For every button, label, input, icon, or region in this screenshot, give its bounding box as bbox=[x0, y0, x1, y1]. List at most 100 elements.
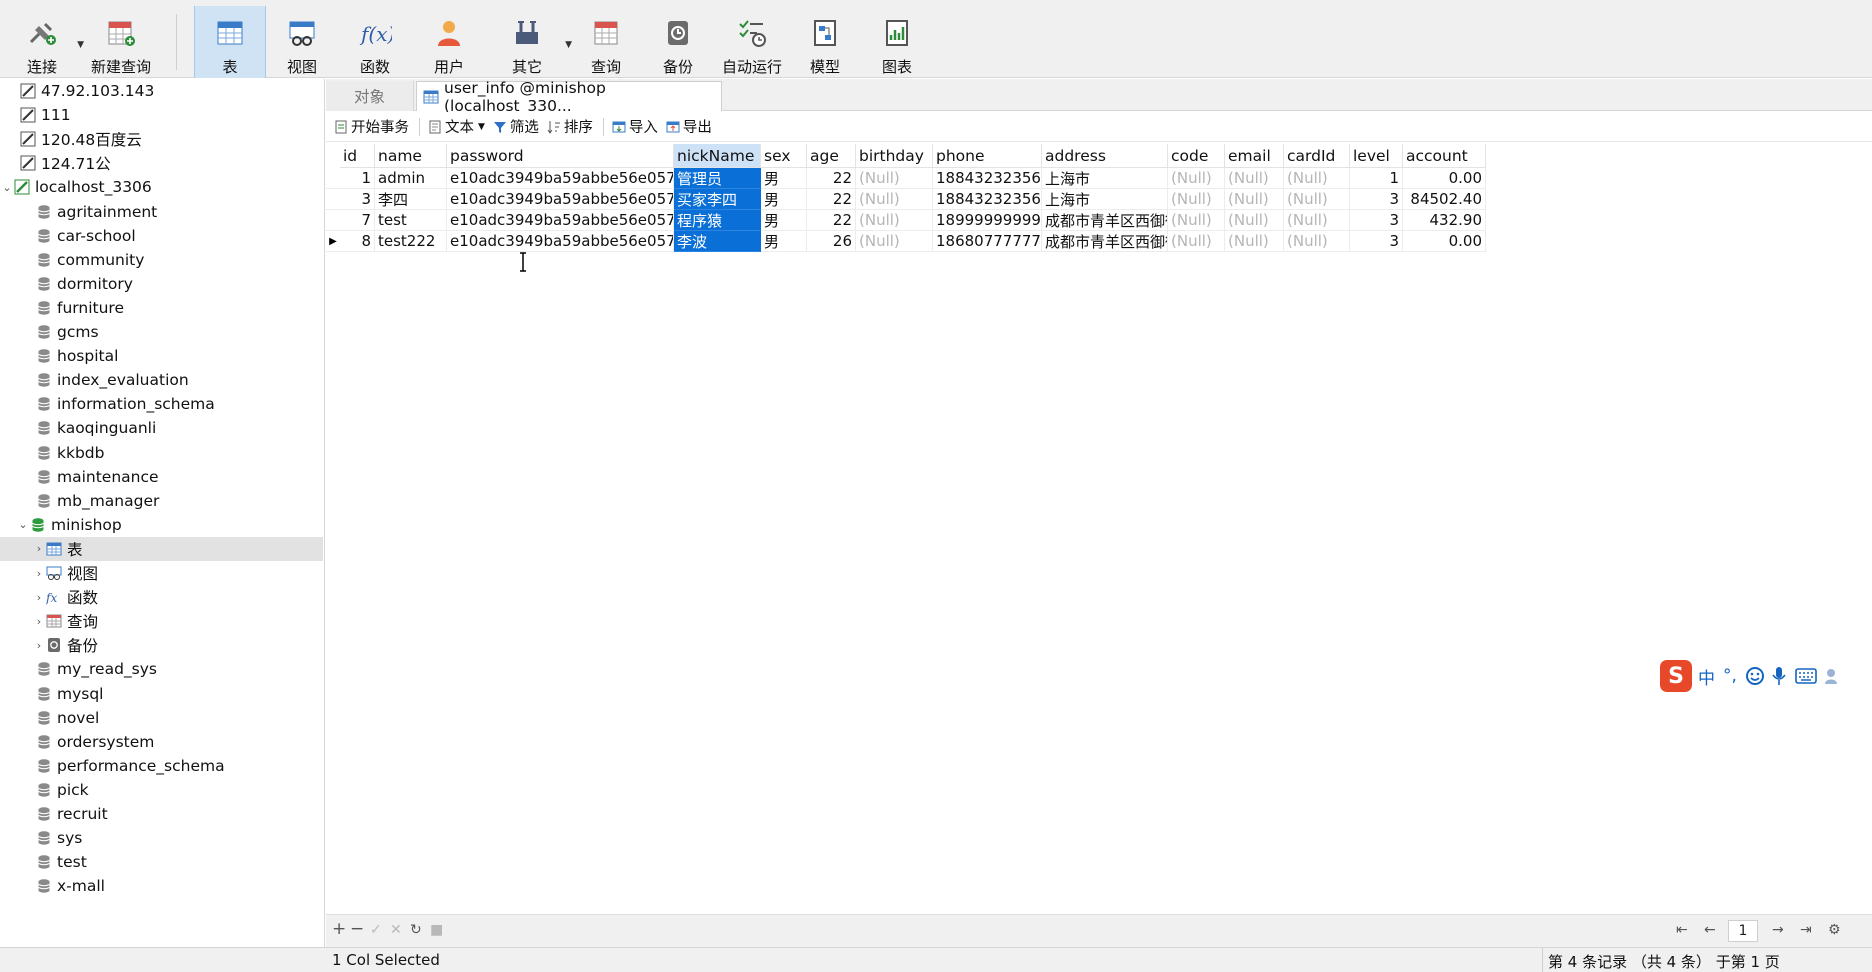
data-grid[interactable]: id name password nickName sex age birthday phon… bbox=[326, 144, 1872, 914]
previous-page-icon[interactable]: ← bbox=[1704, 922, 1716, 938]
tree-database[interactable]: index_evaluation bbox=[0, 368, 323, 392]
tree-database[interactable]: performance_schema bbox=[0, 754, 323, 778]
expand-chevron-icon[interactable]: › bbox=[32, 542, 46, 555]
tree-database[interactable]: information_schema bbox=[0, 392, 323, 416]
delete-record-icon[interactable]: − bbox=[350, 919, 364, 939]
tree-database[interactable]: furniture bbox=[0, 296, 323, 320]
cell-cardid[interactable]: (Null) bbox=[1284, 210, 1350, 231]
tab-user-info[interactable]: user_info @minishop (localhost_330... bbox=[416, 79, 722, 115]
cell-cardid[interactable]: (Null) bbox=[1284, 189, 1350, 210]
column-header-password[interactable]: password bbox=[447, 144, 674, 168]
tree-node-tables[interactable]: › 表 bbox=[0, 536, 323, 561]
tree-database[interactable]: agritainment bbox=[0, 200, 323, 224]
column-header-level[interactable]: level bbox=[1350, 144, 1403, 168]
cell-birthday[interactable]: (Null) bbox=[856, 231, 933, 252]
connect-dropdown-icon[interactable]: ▼ bbox=[77, 40, 84, 50]
tree-database[interactable]: kaoqinguanli bbox=[0, 416, 323, 440]
tree-connection[interactable]: 111 bbox=[0, 103, 323, 127]
sogou-logo-icon[interactable]: S bbox=[1660, 660, 1692, 692]
tree-database[interactable]: hospital bbox=[0, 344, 323, 368]
other-dropdown-icon[interactable]: ▼ bbox=[565, 40, 572, 50]
function-button[interactable]: f(x) 函数 bbox=[344, 6, 406, 78]
cell-sex[interactable]: 男 bbox=[761, 231, 807, 252]
cell-level[interactable]: 3 bbox=[1350, 189, 1403, 210]
column-header-phone[interactable]: phone bbox=[933, 144, 1042, 168]
first-page-icon[interactable]: ⇤ bbox=[1676, 922, 1688, 938]
tree-connection[interactable]: 120.48百度云 bbox=[0, 127, 323, 151]
expand-chevron-icon[interactable]: › bbox=[32, 567, 46, 580]
column-header-code[interactable]: code bbox=[1168, 144, 1225, 168]
cell-id[interactable]: 1 bbox=[340, 168, 375, 189]
connect-button[interactable]: 连接 ▼ bbox=[14, 6, 84, 78]
tree-database[interactable]: kkbdb bbox=[0, 441, 323, 465]
cell-phone[interactable]: 18843232356 bbox=[933, 168, 1042, 189]
column-header-nickname[interactable]: nickName bbox=[674, 144, 761, 168]
column-header-address[interactable]: address bbox=[1042, 144, 1168, 168]
cell-sex[interactable]: 男 bbox=[761, 168, 807, 189]
column-header-account[interactable]: account bbox=[1403, 144, 1486, 168]
settings-gear-icon[interactable]: ⚙ bbox=[1828, 922, 1841, 938]
microphone-icon[interactable] bbox=[1771, 666, 1787, 686]
tree-connection[interactable]: 47.92.103.143 bbox=[0, 79, 323, 103]
tree-database[interactable]: community bbox=[0, 248, 323, 272]
export-button[interactable]: 导出 bbox=[666, 116, 712, 137]
cell-email[interactable]: (Null) bbox=[1225, 168, 1284, 189]
cell-account[interactable]: 0.00 bbox=[1403, 231, 1486, 252]
cell-id[interactable]: 7 bbox=[340, 210, 375, 231]
tree-database[interactable]: mb_manager bbox=[0, 489, 323, 513]
tree-database[interactable]: x-mall bbox=[0, 874, 323, 898]
row-indicator[interactable] bbox=[326, 210, 340, 231]
cell-nickname[interactable]: 管理员 bbox=[674, 168, 761, 189]
chart-button[interactable]: 图表 bbox=[866, 6, 928, 78]
sort-button[interactable]: 排序 bbox=[547, 116, 593, 137]
other-button[interactable]: 其它 ▼ bbox=[496, 6, 572, 78]
cell-cardid[interactable]: (Null) bbox=[1284, 231, 1350, 252]
cell-password[interactable]: e10adc3949ba59abbe56e057f20f883 bbox=[447, 189, 674, 210]
collapse-chevron-icon[interactable]: ⌄ bbox=[16, 518, 30, 531]
page-number-input[interactable]: 1 bbox=[1728, 920, 1758, 942]
text-dropdown-icon[interactable]: ▼ bbox=[478, 122, 485, 132]
ime-punctuation[interactable]: °, bbox=[1723, 666, 1737, 686]
collapse-chevron-icon[interactable]: ⌄ bbox=[0, 181, 14, 194]
tree-database[interactable]: car-school bbox=[0, 224, 323, 248]
refresh-icon[interactable]: ↻ bbox=[410, 922, 422, 938]
apply-changes-icon[interactable]: ✓ bbox=[370, 922, 382, 938]
cell-phone[interactable]: 18680777777 bbox=[933, 231, 1042, 252]
cell-birthday[interactable]: (Null) bbox=[856, 189, 933, 210]
cell-age[interactable]: 26 bbox=[807, 231, 856, 252]
cell-password[interactable]: e10adc3949ba59abbe56e057f20f883 bbox=[447, 168, 674, 189]
cell-level[interactable]: 3 bbox=[1350, 210, 1403, 231]
cell-level[interactable]: 1 bbox=[1350, 168, 1403, 189]
tree-database[interactable]: dormitory bbox=[0, 272, 323, 296]
cell-name[interactable]: test222 bbox=[375, 231, 447, 252]
cell-nickname[interactable]: 李波 bbox=[674, 231, 761, 252]
tree-database[interactable]: recruit bbox=[0, 802, 323, 826]
tree-connection-localhost[interactable]: ⌄ localhost_3306 bbox=[0, 175, 323, 199]
column-header-name[interactable]: name bbox=[375, 144, 447, 168]
cell-name[interactable]: test bbox=[375, 210, 447, 231]
filter-button[interactable]: 筛选 bbox=[493, 116, 539, 137]
text-button[interactable]: 文本 ▼ bbox=[428, 116, 485, 137]
next-page-icon[interactable]: → bbox=[1772, 922, 1784, 938]
tree-database[interactable]: gcms bbox=[0, 320, 323, 344]
cell-cardid[interactable]: (Null) bbox=[1284, 168, 1350, 189]
tree-database[interactable]: pick bbox=[0, 778, 323, 802]
cell-phone[interactable]: 18999999999 bbox=[933, 210, 1042, 231]
cell-email[interactable]: (Null) bbox=[1225, 231, 1284, 252]
tree-database-minishop[interactable]: ⌄ minishop bbox=[0, 513, 323, 537]
row-indicator[interactable] bbox=[326, 168, 340, 189]
cell-code[interactable]: (Null) bbox=[1168, 210, 1225, 231]
cell-account[interactable]: 432.90 bbox=[1403, 210, 1486, 231]
expand-chevron-icon[interactable]: › bbox=[32, 591, 46, 604]
tree-node-functions[interactable]: › fx 函数 bbox=[0, 585, 323, 609]
tree-database[interactable]: test bbox=[0, 850, 323, 874]
row-indicator[interactable]: ▶ bbox=[326, 231, 340, 252]
new-query-button[interactable]: 新建查询 bbox=[86, 6, 156, 78]
cell-address[interactable]: 成都市青羊区西御街3号 bbox=[1042, 210, 1168, 231]
cell-id[interactable]: 8 bbox=[340, 231, 375, 252]
expand-chevron-icon[interactable]: › bbox=[32, 615, 46, 628]
tree-database[interactable]: novel bbox=[0, 706, 323, 730]
skin-icon[interactable] bbox=[1823, 666, 1843, 686]
expand-chevron-icon[interactable]: › bbox=[32, 639, 46, 652]
stop-icon[interactable]: ■ bbox=[430, 922, 443, 938]
